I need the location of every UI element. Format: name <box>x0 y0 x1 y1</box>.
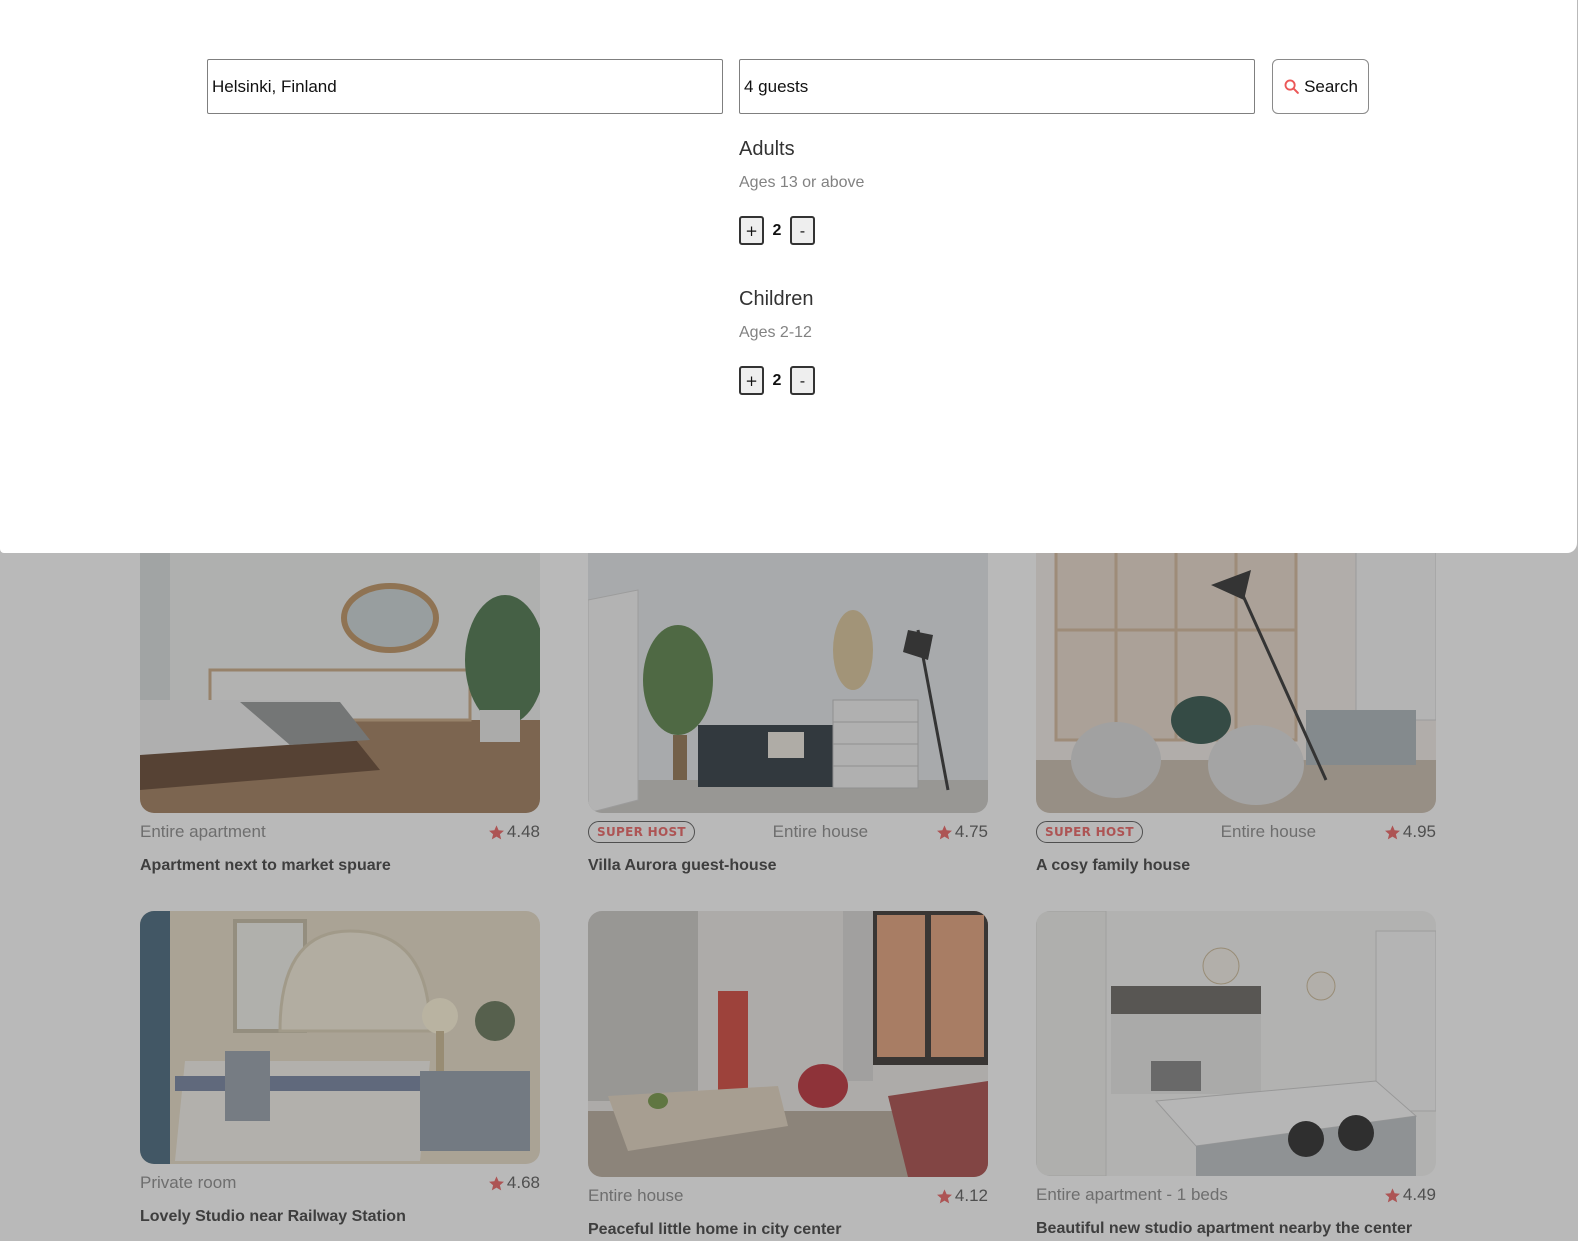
children-decrement-button[interactable]: - <box>790 366 815 395</box>
adults-group: Adults Ages 13 or above + 2 - <box>739 138 864 245</box>
children-increment-button[interactable]: + <box>739 366 764 395</box>
adults-increment-button[interactable]: + <box>739 216 764 245</box>
search-icon <box>1284 79 1299 94</box>
children-count: 2 <box>772 371 782 389</box>
adults-count: 2 <box>772 221 782 239</box>
children-stepper: + 2 - <box>739 366 815 395</box>
guests-input[interactable]: 4 guests <box>739 59 1255 114</box>
search-button[interactable]: Search <box>1272 59 1369 114</box>
search-drawer: Helsinki, Finland 4 guests Search Adults… <box>0 0 1577 553</box>
adults-stepper: + 2 - <box>739 216 815 245</box>
adults-subtitle: Ages 13 or above <box>739 174 865 191</box>
adults-decrement-button[interactable]: - <box>790 216 815 245</box>
adults-title: Adults <box>739 138 795 160</box>
search-button-label: Search <box>1304 76 1358 96</box>
children-subtitle: Ages 2-12 <box>739 324 812 341</box>
modal-backdrop[interactable]: Helsinki, Finland 4 guests Search Adults… <box>0 0 1578 1241</box>
location-input[interactable]: Helsinki, Finland <box>207 59 723 114</box>
children-group: Children Ages 2-12 + 2 - <box>739 288 815 395</box>
children-title: Children <box>739 288 814 310</box>
